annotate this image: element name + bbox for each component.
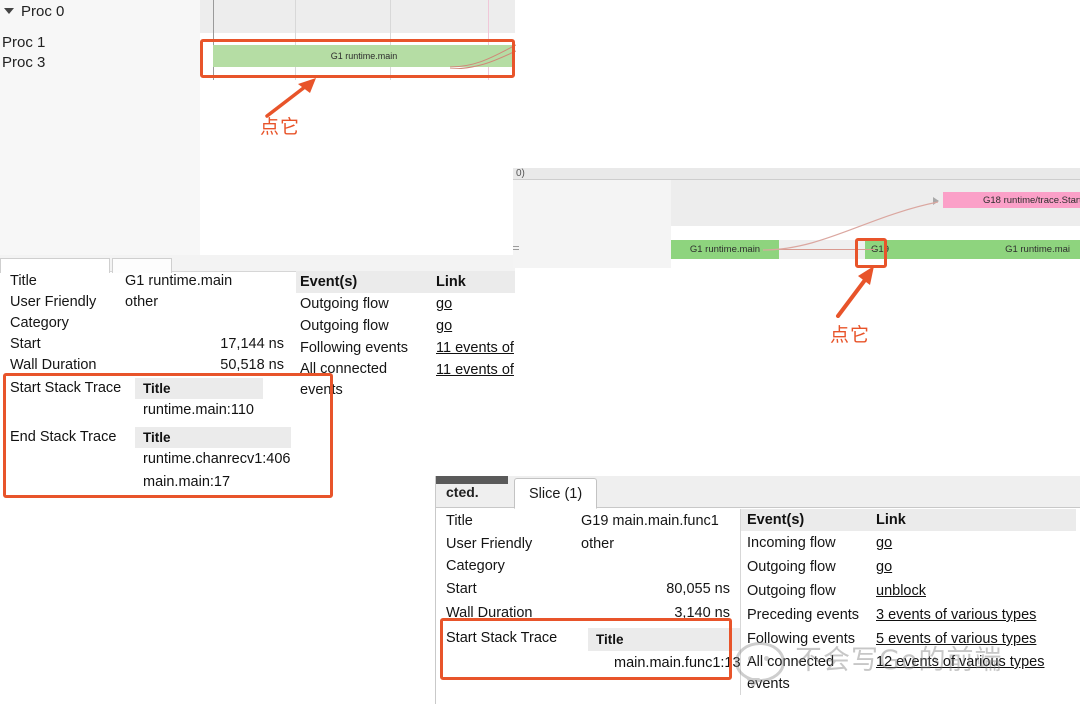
gridline — [295, 0, 296, 33]
events-table-header: Event(s) Link — [741, 509, 1076, 531]
event-row: Following events 11 events of — [296, 337, 515, 359]
callout-box-g1-slice — [200, 39, 515, 78]
events-table-header: Event(s) Link — [296, 271, 515, 293]
track-proc-3[interactable]: Proc 3 — [2, 54, 45, 71]
property-value: other — [581, 533, 736, 577]
callout-text-2: 点它 — [830, 320, 870, 347]
timeline-scroll-marker — [513, 244, 519, 254]
event-link[interactable]: go — [436, 318, 452, 334]
event-name: All connectedevents — [741, 651, 876, 695]
event-link[interactable]: 5 events of various types — [876, 631, 1036, 647]
timeline-right-header: 0) — [513, 168, 1080, 180]
events-column-header: Event(s) — [741, 509, 876, 531]
event-row: All connectedevents 12 events of various… — [741, 651, 1076, 695]
event-name: Outgoing flow — [296, 315, 436, 337]
trace-slice-label: G1 runtime.mai — [1005, 244, 1070, 255]
gridline — [390, 0, 391, 33]
right-events-table: Event(s) Link Incoming flow go Outgoing … — [740, 509, 1076, 695]
left-panel-tabbar[interactable] — [0, 255, 515, 272]
event-row: Outgoing flow go — [296, 315, 515, 337]
event-link[interactable]: go — [436, 296, 452, 312]
callout-arrow-2-icon — [832, 266, 880, 318]
timeline-right-name-column — [513, 180, 672, 268]
tab-slice-label: Slice (1) — [529, 486, 582, 502]
property-key: Start — [0, 334, 125, 355]
timeline-ruler-band — [200, 0, 515, 34]
property-row: Title G19 main.main.func1 — [446, 509, 736, 533]
track-proc-3-label: Proc 3 — [2, 54, 45, 71]
track-proc-1-label: Proc 1 — [2, 34, 45, 51]
trace-slice-g18[interactable]: G18 runtime/trace.Start.func — [943, 192, 1080, 208]
event-link[interactable]: unblock — [876, 583, 926, 599]
property-value: G1 runtime.main — [125, 271, 290, 292]
event-link[interactable]: 12 events of various types — [876, 654, 1044, 670]
callout-text-1: 点它 — [260, 112, 300, 139]
track-proc-0-label: Proc 0 — [21, 3, 64, 20]
timeline-empty-area — [200, 80, 515, 255]
property-row: User FriendlyCategory other — [0, 292, 290, 334]
event-name: Outgoing flow — [296, 293, 436, 315]
event-row: Following events 5 events of various typ… — [741, 627, 1076, 651]
track-proc-0[interactable]: Proc 0 — [4, 0, 64, 22]
property-key: Title — [0, 271, 125, 292]
trace-slice-label: G1 runtime.main — [690, 244, 760, 255]
property-key: Title — [446, 509, 581, 533]
property-key: User FriendlyCategory — [446, 533, 581, 577]
event-name: Outgoing flow — [741, 579, 876, 603]
event-link[interactable]: 11 events of — [436, 362, 514, 378]
event-link[interactable]: 11 events of — [436, 340, 514, 356]
property-key: Start — [446, 577, 581, 601]
tab-slice[interactable]: Slice (1) — [514, 478, 597, 509]
event-link[interactable]: go — [876, 535, 892, 551]
property-row: User FriendlyCategory other — [446, 533, 736, 577]
callout-box-left-stack-traces — [3, 373, 333, 498]
events-column-header: Event(s) — [296, 271, 436, 293]
property-value: G19 main.main.func1 — [581, 509, 736, 533]
callout-box-g19-slice — [855, 238, 887, 268]
flow-curve-icon — [763, 194, 938, 252]
link-column-header: Link — [876, 509, 1076, 531]
property-key: User FriendlyCategory — [0, 292, 125, 334]
event-row: Incoming flow go — [741, 531, 1076, 555]
event-name: Preceding events — [741, 603, 876, 627]
right-panel-tabbar[interactable]: cted. Slice (1) — [436, 476, 1080, 508]
event-link[interactable]: 3 events of various types — [876, 607, 1036, 623]
property-row: Start 17,144 ns — [0, 334, 290, 355]
event-row: Outgoing flow go — [296, 293, 515, 315]
event-name: Incoming flow — [741, 531, 876, 555]
trace-slice-label: G18 runtime/trace.Start.func — [983, 195, 1080, 206]
track-name-column: Proc 0 Proc 1 Proc 3 — [0, 0, 200, 255]
property-row: Title G1 runtime.main — [0, 271, 290, 292]
property-value: 80,055 ns — [581, 577, 736, 601]
event-row: Outgoing flow unblock — [741, 579, 1076, 603]
property-value: other — [125, 292, 290, 334]
chevron-down-icon[interactable] — [4, 8, 14, 14]
callout-box-right-stack-trace — [440, 618, 732, 680]
event-row: Outgoing flow go — [741, 555, 1076, 579]
event-row: Preceding events 3 events of various typ… — [741, 603, 1076, 627]
event-name: Following events — [741, 627, 876, 651]
link-column-header: Link — [436, 271, 515, 293]
track-proc-1[interactable]: Proc 1 — [2, 34, 45, 51]
gridline — [488, 0, 489, 33]
tab-partial-label[interactable]: cted. — [446, 484, 479, 500]
trace-timeline-right[interactable]: 0) G18 runtime/trace.Start.func G1 runti… — [513, 168, 1080, 268]
event-link[interactable]: go — [876, 559, 892, 575]
tabbar-accent — [436, 476, 508, 484]
event-name: Outgoing flow — [741, 555, 876, 579]
gridline — [213, 0, 214, 33]
property-row: Start 80,055 ns — [446, 577, 736, 601]
event-name: Following events — [296, 337, 436, 359]
property-value: 17,144 ns — [125, 334, 290, 355]
